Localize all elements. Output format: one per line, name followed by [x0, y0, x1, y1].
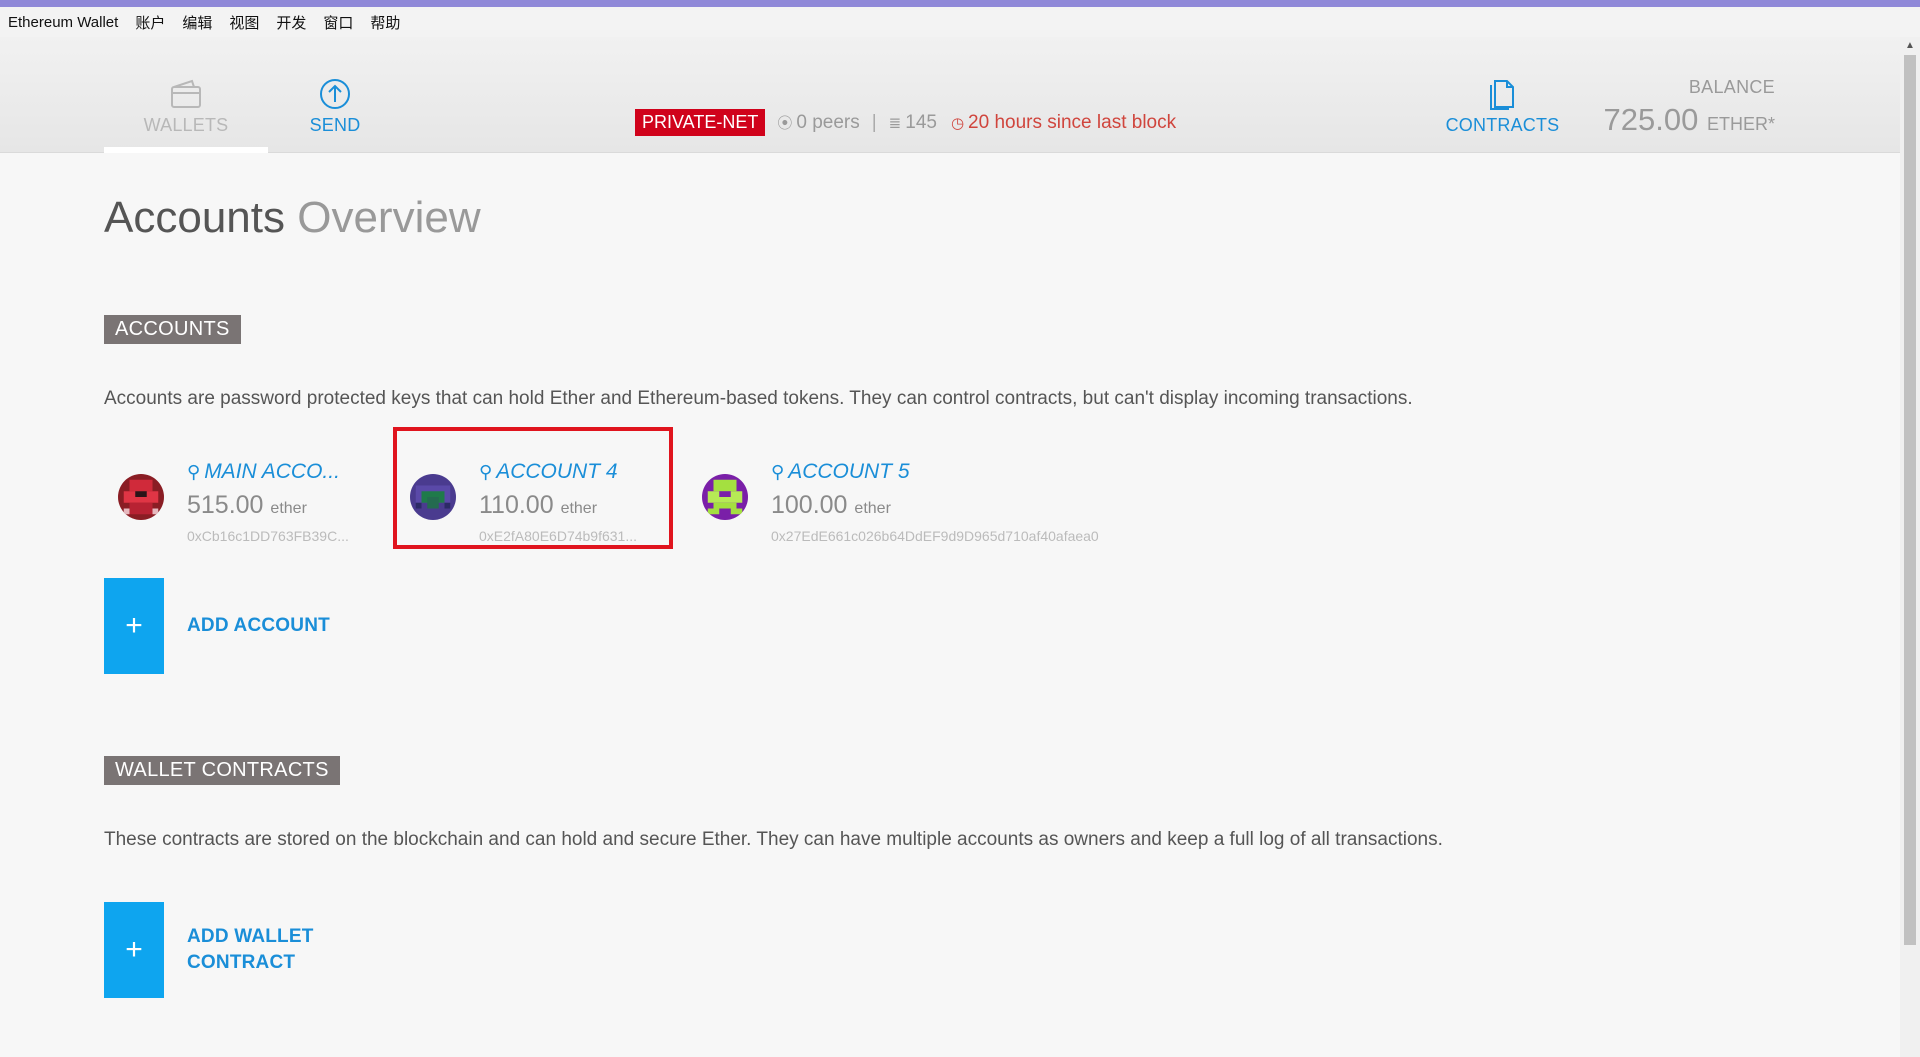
page-title: Accounts Overview	[104, 193, 481, 243]
account-card-4[interactable]: ⚲ ACCOUNT 4 110.00 ether 0xE2fA80E6D74b9f…	[396, 446, 666, 556]
layers-icon: ≣	[888, 114, 902, 132]
account-balance: 100.00 ether	[771, 491, 891, 520]
account-address: 0xE2fA80E6D74b9f631...	[479, 528, 638, 544]
add-account-button[interactable]: ADD ACCOUNT	[187, 613, 330, 639]
status-separator: |	[871, 111, 877, 133]
nav-wallets-label: WALLETS	[143, 115, 229, 135]
app-title: Ethereum Wallet	[8, 13, 119, 31]
menu-item-view[interactable]: 视图	[229, 12, 259, 33]
add-wallet-contract-label-line1: ADD WALLET	[187, 926, 314, 947]
menu-item-window[interactable]: 窗口	[323, 12, 353, 33]
account-card-5[interactable]: ⚲ ACCOUNT 5 100.00 ether 0x27EdE661c026b6…	[688, 446, 1108, 556]
network-badge: PRIVATE-NET	[635, 109, 766, 136]
menu-bar: Ethereum Wallet 账户 编辑 视图 开发 窗口 帮助	[0, 7, 1920, 37]
account-address: 0x27EdE661c026b64DdEF9d9D965d710af40afae…	[771, 528, 1099, 544]
wallet-icon	[171, 79, 201, 108]
account-name-text: ACCOUNT 5	[788, 460, 910, 483]
menu-item-help[interactable]: 帮助	[370, 12, 400, 33]
account-card-main[interactable]: ⚲ MAIN ACCO... 515.00 ether 0xCb16c1DD763…	[104, 446, 374, 556]
document-icon	[1489, 80, 1514, 110]
wallet-contracts-section-label: WALLET CONTRACTS	[104, 756, 340, 785]
peers-count: 0 peers	[796, 111, 860, 133]
add-wallet-contract-label-line2: CONTRACT	[187, 952, 296, 973]
wallet-contracts-section-description: These contracts are stored on the blockc…	[104, 829, 1443, 850]
account-name[interactable]: ⚲ ACCOUNT 5	[771, 460, 910, 484]
scroll-thumb[interactable]	[1904, 55, 1916, 945]
key-icon: ⚲	[479, 462, 493, 482]
balance-value-row: 725.00 ETHER*	[1604, 102, 1775, 138]
scroll-up-arrow-icon[interactable]: ▲	[1900, 37, 1920, 55]
balance-value: 725.00	[1603, 102, 1699, 137]
nav-wallets[interactable]: WALLETS	[104, 77, 268, 153]
nav-send-label: SEND	[309, 115, 361, 135]
avatar	[410, 474, 456, 520]
signal-icon: ⦿	[777, 115, 793, 132]
balance-unit: ETHER*	[1706, 114, 1775, 134]
menu-item-edit[interactable]: 编辑	[182, 12, 212, 33]
account-unit: ether	[560, 500, 598, 517]
key-icon: ⚲	[771, 462, 785, 482]
accounts-section-label: ACCOUNTS	[104, 315, 241, 344]
avatar	[702, 474, 748, 520]
vertical-scrollbar[interactable]: ▲	[1900, 37, 1920, 1057]
menu-item-accounts[interactable]: 账户	[135, 12, 165, 33]
account-unit: ether	[270, 500, 307, 517]
network-status: PRIVATE-NET ⦿ 0 peers | ≣ 145 ◷ 20 hours…	[635, 109, 1176, 136]
account-address: 0xCb16c1DD763FB39C...	[187, 528, 349, 544]
avatar	[118, 474, 164, 520]
account-unit: ether	[854, 500, 891, 517]
window-accent-bar	[0, 0, 1920, 7]
account-amount: 515.00	[187, 491, 264, 519]
block-number: 145	[905, 111, 937, 133]
account-amount: 100.00	[771, 491, 848, 519]
balance-label: BALANCE	[1688, 77, 1775, 97]
nav-send[interactable]: SEND	[290, 77, 380, 136]
accounts-section-description: Accounts are password protected keys tha…	[104, 388, 1413, 409]
last-block-time: 20 hours since last block	[968, 111, 1177, 133]
clock-icon: ◷	[950, 114, 965, 132]
account-name-text: MAIN ACCO...	[204, 460, 340, 483]
account-name-text: ACCOUNT 4	[496, 460, 618, 483]
key-icon: ⚲	[187, 462, 201, 482]
nav-contracts-label: CONTRACTS	[1445, 115, 1560, 135]
account-balance: 110.00 ether	[479, 491, 597, 520]
account-amount: 110.00	[479, 491, 554, 519]
account-balance: 515.00 ether	[187, 491, 307, 520]
arrow-up-circle-icon	[320, 79, 350, 109]
page-title-light: Overview	[297, 193, 481, 242]
menu-item-develop[interactable]: 开发	[276, 12, 306, 33]
total-balance: BALANCE 725.00 ETHER*	[1604, 77, 1775, 138]
page-title-strong: Accounts	[104, 193, 285, 242]
add-account-tile[interactable]: +	[104, 578, 164, 674]
top-header: WALLETS SEND PRIVATE-NET ⦿ 0 peers | ≣ 1…	[0, 37, 1900, 153]
nav-contracts[interactable]: CONTRACTS	[1440, 77, 1565, 136]
add-wallet-contract-button[interactable]: ADD WALLET CONTRACT	[187, 924, 314, 976]
account-name[interactable]: ⚲ ACCOUNT 4	[479, 460, 618, 484]
account-name[interactable]: ⚲ MAIN ACCO...	[187, 460, 340, 484]
add-wallet-contract-tile[interactable]: +	[104, 902, 164, 998]
